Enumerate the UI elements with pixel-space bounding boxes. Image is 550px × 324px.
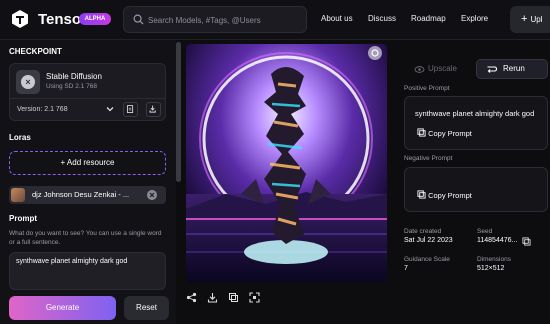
alpha-badge: ALPHA	[79, 13, 111, 25]
version-select[interactable]: Version: 2.1 768	[17, 106, 68, 113]
positive-prompt-title: Positive Prompt	[404, 85, 450, 92]
search-icon	[133, 14, 144, 25]
eye-icon	[414, 66, 425, 73]
upload-label: Upl	[530, 15, 543, 24]
chevron-down-icon[interactable]	[105, 104, 115, 114]
upscale-button[interactable]: Upscale	[404, 59, 472, 79]
nav-about-us[interactable]: About us	[321, 14, 353, 23]
copy-icon	[417, 128, 426, 137]
nav-discuss[interactable]: Discuss	[368, 14, 396, 23]
copy-icon[interactable]	[228, 292, 239, 303]
copy-prompt-button[interactable]: Copy Prompt	[417, 128, 472, 138]
date-created-value: Sat Jul 22 2023	[404, 237, 453, 244]
dimensions-label: Dimensions	[477, 256, 511, 263]
generate-button[interactable]: Generate	[9, 296, 116, 320]
lora-item[interactable]: djz Johnson Desu Zenkai - ...	[9, 186, 166, 204]
checkpoint-subtitle: Using SD 2.1 768	[46, 83, 97, 90]
search-bar[interactable]	[123, 6, 307, 33]
copy-prompt-label: Copy Prompt	[428, 129, 472, 138]
checkpoint-thumbnail: ×	[16, 70, 40, 94]
copy-negative-prompt-button[interactable]: Copy Prompt	[417, 190, 472, 200]
nav-explore[interactable]: Explore	[461, 14, 488, 23]
seed-label: Seed	[477, 228, 493, 235]
image-options-icon[interactable]	[368, 46, 382, 60]
download-button[interactable]	[146, 102, 161, 117]
lora-name: djz Johnson Desu Zenkai - ...	[32, 190, 130, 199]
generated-image[interactable]	[186, 44, 387, 282]
document-button[interactable]	[123, 102, 138, 117]
upscale-label: Upscale	[428, 64, 457, 73]
share-icon[interactable]	[186, 292, 197, 303]
nav-roadmap[interactable]: Roadmap	[411, 14, 446, 23]
download-icon[interactable]	[207, 292, 218, 303]
close-circle-icon: ×	[21, 75, 35, 89]
document-icon	[127, 105, 134, 113]
top-header: Tensor ALPHA About us Discuss Roadmap Ex…	[0, 0, 550, 40]
negative-prompt-box: Copy Prompt	[404, 167, 548, 212]
rerun-label: Rerun	[503, 64, 525, 73]
close-icon[interactable]	[147, 190, 157, 200]
rerun-button[interactable]: Rerun	[476, 59, 548, 79]
date-created-label: Date created	[404, 228, 442, 235]
checkpoint-card[interactable]: × Stable Diffusion Using SD 2.1 768 Vers…	[9, 63, 166, 121]
tensor-logo-icon[interactable]	[10, 9, 30, 29]
positive-prompt-text: synthwave planet almighty dark god	[415, 109, 535, 118]
checkpoint-title: CHECKPOINT	[9, 47, 62, 56]
search-input[interactable]	[148, 12, 303, 28]
guidance-scale-label: Guidance Scale	[404, 256, 450, 263]
dimensions-value: 512×512	[477, 265, 505, 272]
add-resource-button[interactable]: + Add resource	[9, 151, 166, 175]
lora-thumbnail	[11, 188, 25, 202]
upload-button[interactable]: + Upl	[510, 6, 550, 33]
prompt-textarea[interactable]: synthwave planet almighty dark god	[9, 252, 166, 290]
copy-negative-prompt-label: Copy Prompt	[428, 191, 472, 200]
reset-button[interactable]: Reset	[124, 296, 169, 320]
prompt-help-text: What do you want to see? You can use a s…	[9, 230, 162, 246]
rerun-icon	[487, 66, 498, 73]
seed-value: 114854476...	[477, 237, 518, 244]
prompt-title: Prompt	[9, 214, 37, 223]
copy-icon	[417, 190, 426, 199]
checkpoint-name: Stable Diffusion	[46, 72, 102, 81]
positive-prompt-box: synthwave planet almighty dark god Copy …	[404, 96, 548, 150]
guidance-scale-value: 7	[404, 265, 408, 272]
negative-prompt-title: Negative Prompt	[404, 155, 453, 162]
copy-seed-icon[interactable]	[522, 237, 531, 246]
download-icon	[149, 105, 156, 113]
fullscreen-icon[interactable]	[249, 292, 260, 303]
divider	[10, 98, 165, 99]
loras-title: Loras	[9, 133, 31, 142]
